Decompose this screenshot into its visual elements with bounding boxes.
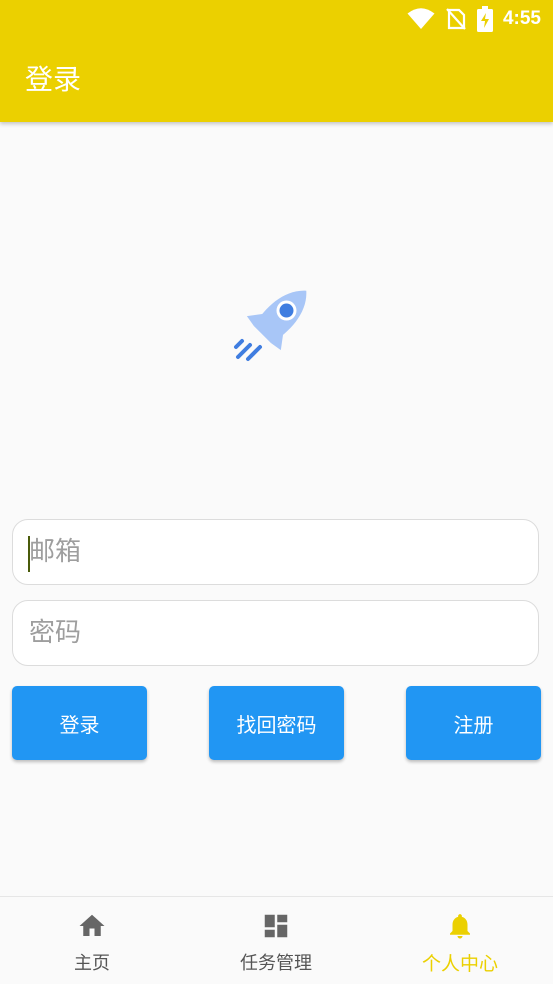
password-field[interactable]: 密码 <box>12 600 539 666</box>
forgot-password-button-label: 找回密码 <box>236 712 317 737</box>
nav-label-profile: 个人中心 <box>421 953 498 975</box>
login-button-label: 登录 <box>59 712 100 737</box>
no-sim-icon <box>446 8 466 30</box>
dashboard-icon <box>264 914 288 938</box>
page-title: 登录 <box>25 63 82 96</box>
register-button[interactable]: 注册 <box>406 686 541 760</box>
app-bar: 4:55 登录 <box>0 0 553 122</box>
wifi-icon <box>407 8 435 29</box>
text-cursor <box>28 536 30 572</box>
password-placeholder: 密码 <box>29 618 82 648</box>
login-button[interactable]: 登录 <box>12 686 147 760</box>
email-field[interactable]: 邮箱 <box>12 519 539 585</box>
nav-label-home: 主页 <box>74 953 110 974</box>
email-placeholder: 邮箱 <box>29 537 82 567</box>
register-button-label: 注册 <box>453 712 494 737</box>
forgot-password-button[interactable]: 找回密码 <box>209 686 344 760</box>
nav-item-home[interactable]: 主页 <box>0 897 184 984</box>
status-icons: 4:55 <box>407 6 541 32</box>
rocket-icon <box>234 290 307 361</box>
status-time: 4:55 <box>502 8 541 29</box>
nav-label-tasks: 任务管理 <box>240 953 312 974</box>
status-bar: 4:55 <box>0 0 553 38</box>
bell-icon <box>450 914 470 939</box>
nav-item-profile[interactable]: 个人中心 <box>368 897 552 984</box>
battery-charging-icon <box>476 6 493 32</box>
bottom-navigation: 主页 任务管理 个人中心 <box>0 896 553 983</box>
home-icon <box>79 914 105 936</box>
nav-item-tasks[interactable]: 任务管理 <box>184 897 368 984</box>
